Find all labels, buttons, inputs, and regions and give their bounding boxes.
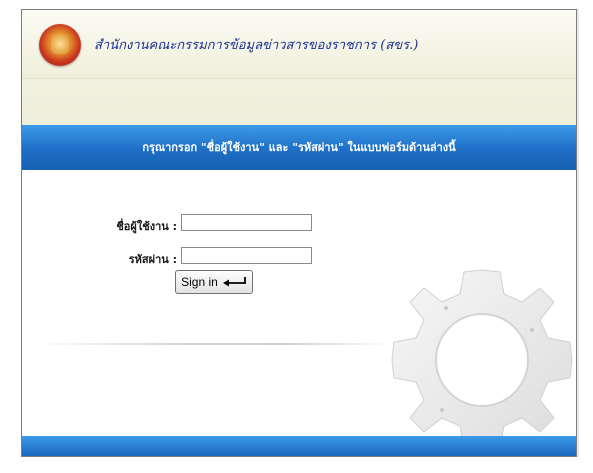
enter-arrow-icon <box>221 276 247 288</box>
username-label: ชื่อผู้ใช้งาน : <box>116 220 177 233</box>
emblem-icon <box>39 24 81 66</box>
footer-bar <box>22 436 576 456</box>
sign-in-button[interactable]: Sign in <box>175 270 253 294</box>
header: สำนักงานคณะกรรมการข้อมูลข่าวสารของราชการ… <box>22 10 576 125</box>
instruction-text: กรุณากรอก "ชื่อผู้ใช้งาน" และ "รหัสผ่าน"… <box>142 141 456 154</box>
password-input[interactable] <box>181 247 312 264</box>
divider <box>32 343 392 345</box>
gear-watermark-icon <box>382 260 576 456</box>
instruction-bar: กรุณากรอก "ชื่อผู้ใช้งาน" และ "รหัสผ่าน"… <box>22 125 576 170</box>
org-title: สำนักงานคณะกรรมการข้อมูลข่าวสารของราชการ… <box>94 38 419 53</box>
window-edge <box>577 9 579 457</box>
header-band: สำนักงานคณะกรรมการข้อมูลข่าวสารของราชการ… <box>22 10 576 79</box>
username-input[interactable] <box>181 214 312 231</box>
sign-in-label: Sign in <box>181 275 218 289</box>
password-label: รหัสผ่าน : <box>128 253 177 266</box>
login-window: สำนักงานคณะกรรมการข้อมูลข่าวสารของราชการ… <box>21 9 577 457</box>
